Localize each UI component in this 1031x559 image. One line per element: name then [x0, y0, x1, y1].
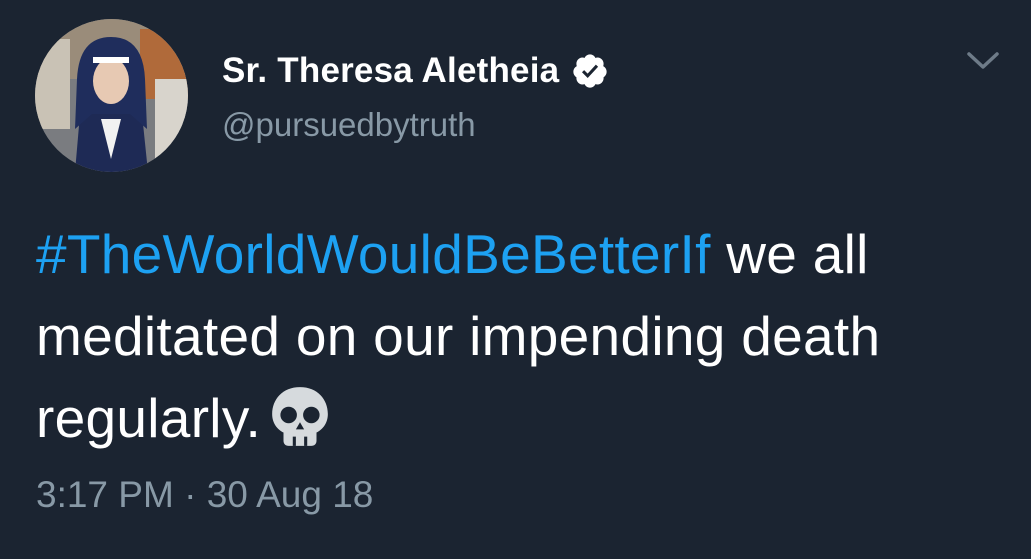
tweet-time: 3:17 PM [36, 474, 174, 515]
tweet-text: #TheWorldWouldBeBetterIf we all meditate… [36, 213, 1006, 459]
skull-icon [267, 383, 333, 449]
avatar[interactable] [35, 19, 188, 172]
verified-badge-icon [571, 52, 609, 90]
hashtag-link[interactable]: #TheWorldWouldBeBetterIf [36, 223, 711, 285]
tweet-card: Sr. Theresa Aletheia @pursuedbytruth #Th… [0, 0, 1031, 559]
display-name[interactable]: Sr. Theresa Aletheia [222, 51, 559, 91]
chevron-down-icon[interactable] [966, 50, 1000, 72]
tweet-date: 30 Aug 18 [206, 474, 374, 515]
timestamp[interactable]: 3:17 PM · 30 Aug 18 [36, 474, 373, 516]
user-handle[interactable]: @pursuedbytruth [222, 106, 476, 144]
separator-dot: · [184, 474, 197, 515]
display-name-row: Sr. Theresa Aletheia [222, 49, 609, 93]
